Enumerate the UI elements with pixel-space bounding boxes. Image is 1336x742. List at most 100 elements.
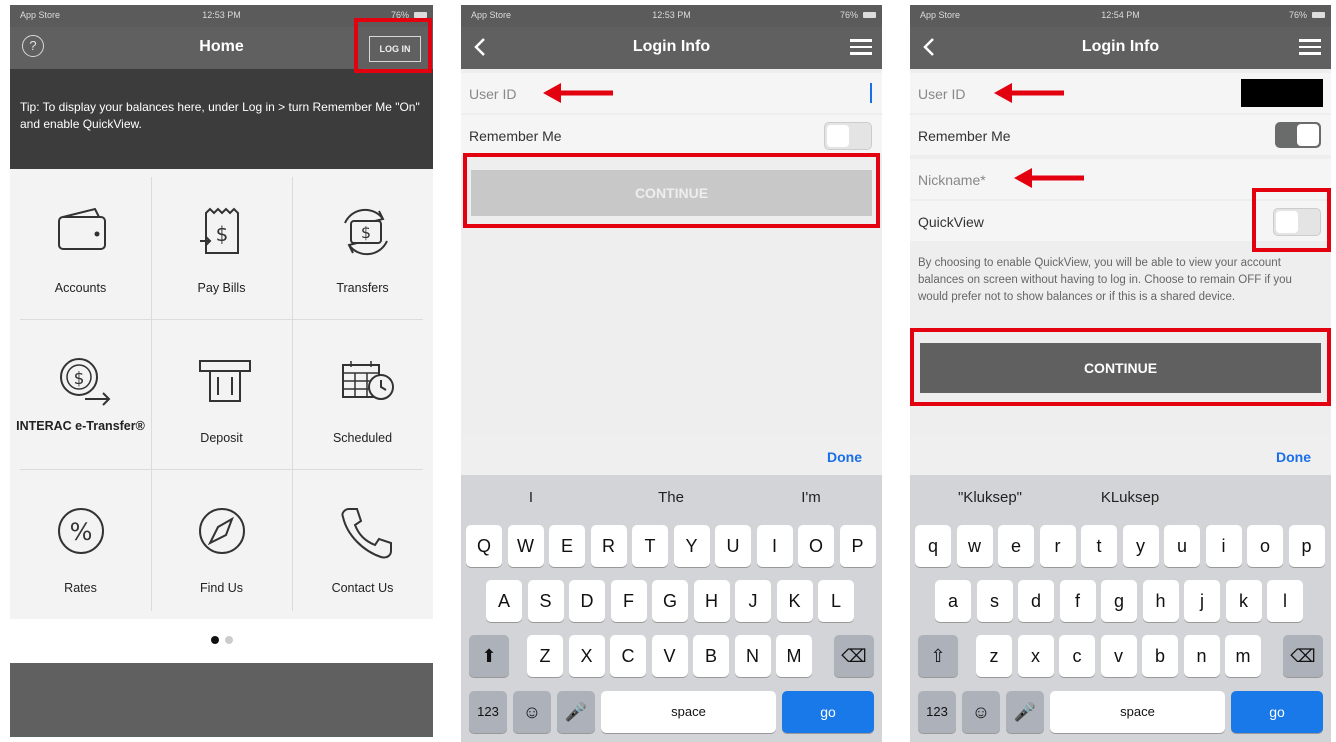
key[interactable]: q [915,525,951,567]
suggestion[interactable]: I [461,489,601,506]
key[interactable]: a [935,580,971,622]
key[interactable]: Q [466,525,502,567]
emoji-key[interactable]: ☺ [513,691,551,733]
tile-rates[interactable]: % Rates [10,469,151,619]
key[interactable]: o [1247,525,1283,567]
key[interactable]: l [1267,580,1303,622]
shift-key[interactable]: ⇧ [918,635,958,677]
key[interactable]: z [976,635,1012,677]
key[interactable]: U [715,525,751,567]
key[interactable]: Z [527,635,563,677]
user-id-field[interactable]: User ID [910,73,1331,113]
status-bar: App Store 12:54 PM 76% [910,5,1331,27]
key[interactable]: O [798,525,834,567]
tile-label: Scheduled [332,431,393,445]
tile-scheduled[interactable]: Scheduled [292,319,433,469]
user-id-field[interactable]: User ID [461,73,882,113]
key[interactable]: J [735,580,771,622]
key[interactable]: p [1288,525,1325,567]
key[interactable]: j [1184,580,1220,622]
emoji-key[interactable]: ☺ [962,691,1000,733]
numbers-key[interactable]: 123 [918,691,956,733]
key[interactable]: t [1081,525,1117,567]
key[interactable]: V [651,635,688,677]
suggestion-bar: "Kluksep" KLuksep [910,483,1331,513]
key[interactable]: N [734,635,771,677]
key[interactable]: I [756,525,793,567]
done-button[interactable]: Done [827,449,862,465]
key[interactable]: c [1059,635,1095,677]
page-indicator[interactable] [10,631,433,649]
key[interactable]: k [1225,580,1262,622]
key[interactable]: y [1122,525,1159,567]
key[interactable]: i [1205,525,1242,567]
key[interactable]: T [632,525,668,567]
key[interactable]: A [486,580,522,622]
key[interactable]: L [818,580,854,622]
key[interactable]: D [569,580,605,622]
key[interactable]: K [776,580,813,622]
remember-me-toggle[interactable] [1275,122,1321,148]
svg-text:%: % [70,518,93,546]
red-arrow-icon [994,83,1064,103]
key[interactable]: r [1039,525,1076,567]
suggestion[interactable]: The [601,489,741,506]
key[interactable]: h [1142,580,1179,622]
tile-accounts[interactable]: Accounts [10,169,151,319]
microphone-icon[interactable]: 🎤 [1006,691,1044,733]
menu-icon[interactable] [850,37,872,57]
space-key[interactable]: space [1050,691,1225,733]
menu-icon[interactable] [1299,37,1321,57]
key[interactable]: u [1164,525,1200,567]
tile-transfers[interactable]: $ Transfers [292,169,433,319]
key[interactable]: C [610,635,646,677]
tile-pay-bills[interactable]: $ Pay Bills [151,169,292,319]
key[interactable]: H [693,580,730,622]
key[interactable]: B [693,635,729,677]
key[interactable]: S [527,580,564,622]
key[interactable]: E [549,525,585,567]
suggestion[interactable]: I'm [741,489,881,506]
transfer-icon: $ [344,208,388,256]
tile-contact-us[interactable]: Contact Us [292,469,433,619]
status-time: 12:54 PM [1101,10,1140,20]
done-button[interactable]: Done [1276,449,1311,465]
space-key[interactable]: space [601,691,776,733]
key[interactable]: m [1225,635,1261,677]
highlight-box [354,18,432,73]
suggestion[interactable]: KLuksep [1060,489,1200,506]
backspace-key[interactable]: ⌫ [1283,635,1323,677]
microphone-icon[interactable]: 🎤 [557,691,595,733]
key[interactable]: e [998,525,1034,567]
key[interactable]: W [507,525,544,567]
key[interactable]: s [976,580,1013,622]
key[interactable]: v [1100,635,1137,677]
key[interactable]: f [1059,580,1096,622]
key[interactable]: d [1018,580,1054,622]
key[interactable]: w [956,525,993,567]
key[interactable]: n [1183,635,1220,677]
shift-key[interactable]: ⬆ [469,635,509,677]
suggestion[interactable]: "Kluksep" [920,489,1060,506]
remember-me-row: Remember Me [461,115,882,155]
key[interactable]: b [1142,635,1178,677]
key[interactable]: x [1017,635,1054,677]
key[interactable]: P [839,525,876,567]
key[interactable]: g [1101,580,1137,622]
svg-text:$: $ [216,222,229,246]
key[interactable]: G [652,580,688,622]
go-key[interactable]: go [782,691,874,733]
backspace-key[interactable]: ⌫ [834,635,874,677]
tile-find-us[interactable]: Find Us [151,469,292,619]
tile-label: Transfers [336,281,389,295]
key[interactable]: R [590,525,627,567]
key[interactable]: M [776,635,812,677]
remember-me-toggle[interactable] [824,122,872,150]
key[interactable]: X [568,635,605,677]
key[interactable]: Y [673,525,710,567]
numbers-key[interactable]: 123 [469,691,507,733]
tile-deposit[interactable]: Deposit [151,319,292,469]
tile-etransfer[interactable]: $ INTERAC e-Transfer® [10,319,151,469]
key[interactable]: F [610,580,647,622]
go-key[interactable]: go [1231,691,1323,733]
